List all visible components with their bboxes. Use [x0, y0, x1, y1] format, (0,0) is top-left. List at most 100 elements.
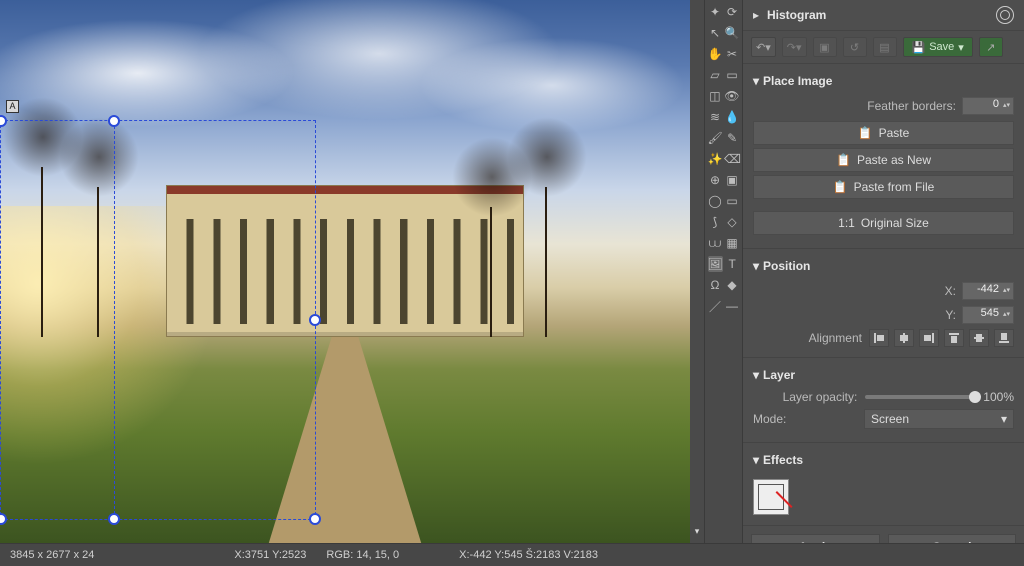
status-rgb: RGB: 14, 15, 0	[316, 549, 409, 561]
shape-icon[interactable]: ◆	[725, 277, 740, 293]
handle-tl[interactable]	[0, 115, 7, 127]
effects-header[interactable]: ▾ Effects	[753, 447, 1014, 473]
position-title: Position	[763, 259, 810, 273]
status-dims: 3845 x 2677 x 24	[0, 549, 104, 561]
history-button[interactable]: ↺	[843, 37, 867, 57]
snapshot-button[interactable]: ▤	[873, 37, 897, 57]
ellipse-select-icon[interactable]: ◯	[708, 193, 723, 209]
pos-y-spinner[interactable]: ▴▾	[1003, 307, 1012, 323]
caret-down-icon: ▾	[753, 259, 759, 273]
perspective-icon[interactable]: ▱	[708, 67, 723, 83]
cancel-button[interactable]: Cancel	[888, 534, 1017, 543]
chevron-down-icon: ▾	[1001, 412, 1007, 426]
align-right-button[interactable]	[919, 329, 939, 347]
status-bar: 3845 x 2677 x 24 X:3751 Y:2523 RGB: 14, …	[0, 543, 1024, 566]
caret-down-icon: ▾	[753, 368, 759, 382]
share-button[interactable]: ↗	[979, 37, 1003, 57]
eraser-icon[interactable]: ⌫	[724, 151, 740, 167]
align-bottom-button[interactable]	[994, 329, 1014, 347]
magnet-icon[interactable]: ⩊	[708, 235, 723, 251]
histogram-header[interactable]: ▸ Histogram	[743, 0, 1024, 31]
caret-down-icon: ▾	[753, 453, 759, 467]
line-icon[interactable]: ／	[708, 298, 723, 314]
paste-as-new-button[interactable]: 📋Paste as New	[753, 148, 1014, 172]
redo-button[interactable]: ↷▾	[782, 37, 807, 57]
measure-icon[interactable]: —	[725, 298, 740, 314]
mode-label: Mode:	[753, 412, 786, 426]
opacity-value: 100%	[983, 390, 1014, 404]
poly-lasso-icon[interactable]: ◇	[725, 214, 740, 230]
paint-icon[interactable]: ▦	[725, 235, 740, 251]
layer-title: Layer	[763, 368, 795, 382]
zoom-icon[interactable]: 🔍	[725, 25, 740, 41]
layer-header[interactable]: ▾ Layer	[753, 362, 1014, 388]
pencil-icon[interactable]: ✎	[725, 130, 740, 146]
omega-icon[interactable]: Ω	[708, 277, 723, 293]
mode-select[interactable]: Screen ▾	[864, 409, 1014, 429]
align-hcenter-button[interactable]	[894, 329, 914, 347]
original-size-button[interactable]: 1:1Original Size	[753, 211, 1014, 235]
scroll-hint[interactable]: ▾	[690, 0, 704, 543]
pos-x-spinner[interactable]: ▴▾	[1003, 283, 1012, 299]
gear-icon[interactable]	[996, 6, 1014, 24]
levels-icon[interactable]: ≋	[708, 109, 723, 125]
paste-icon: 📋	[858, 126, 873, 140]
compare-button[interactable]: ▣	[813, 37, 837, 57]
undo-button[interactable]: ↶▾	[751, 37, 776, 57]
pos-y-label: Y:	[945, 308, 956, 322]
feather-label: Feather borders:	[867, 99, 956, 113]
histogram-title: Histogram	[767, 8, 826, 22]
position-header[interactable]: ▾ Position	[753, 253, 1014, 279]
canvas-area[interactable]: A	[0, 0, 690, 543]
actionbar: ↶▾ ↷▾ ▣ ↺ ▤ 💾 Save ▾ ↗	[743, 31, 1024, 64]
save-button[interactable]: 💾 Save ▾	[903, 37, 973, 57]
crop-icon[interactable]: ✂	[725, 46, 740, 62]
flash-icon[interactable]: ✦	[708, 4, 723, 20]
paste-from-file-button[interactable]: 📋Paste from File	[753, 175, 1014, 199]
handle-bm[interactable]	[108, 513, 120, 525]
caret-right-icon: ▸	[753, 8, 763, 22]
handle-tm[interactable]	[108, 115, 120, 127]
apply-button[interactable]: Apply	[751, 534, 880, 543]
alignment-label: Alignment	[809, 331, 862, 345]
feather-spinner[interactable]: ▴▾	[1003, 98, 1012, 114]
transform-icon[interactable]: ◫	[708, 88, 723, 104]
lasso-icon[interactable]: ⟆	[708, 214, 723, 230]
status-cursor: X:3751 Y:2523	[224, 549, 316, 561]
caret-down-icon: ▾	[753, 74, 759, 88]
opacity-label: Layer opacity:	[783, 390, 858, 404]
align-vcenter-button[interactable]	[969, 329, 989, 347]
place-image-header[interactable]: ▾ Place Image	[753, 68, 1014, 94]
slider-knob[interactable]	[969, 391, 981, 403]
place-image-icon[interactable]: 🖼	[708, 256, 723, 272]
eye-icon[interactable]: 👁	[724, 88, 739, 104]
align-left-button[interactable]	[869, 329, 889, 347]
toolstrip: ✦⟳ ↖🔍 ✋✂ ▱▭ ◫👁 ≋💧 🖌✎ ✨⌫ ⊕▣ ◯▭ ⟆◇ ⩊▦ 🖼T Ω…	[704, 0, 742, 543]
refresh-icon[interactable]: ⟳	[725, 4, 740, 20]
text-icon[interactable]: T	[725, 256, 740, 272]
clone-icon[interactable]: ⊕	[708, 172, 723, 188]
placed-image-bounds[interactable]	[0, 120, 316, 520]
align-top-button[interactable]	[944, 329, 964, 347]
effects-none-thumb[interactable]	[753, 479, 789, 515]
place-image-title: Place Image	[763, 74, 832, 88]
ruler-marker[interactable]: A	[6, 100, 19, 113]
right-panel: ▸ Histogram ↶▾ ↷▾ ▣ ↺ ▤ 💾 Save ▾ ↗ ▾ Pla…	[742, 0, 1024, 543]
bucket-icon[interactable]: ▣	[725, 172, 740, 188]
pointer-icon[interactable]: ↖	[708, 25, 723, 41]
dropper-icon[interactable]: 💧	[725, 109, 740, 125]
hand-icon[interactable]: ✋	[708, 46, 723, 62]
mode-value: Screen	[871, 412, 909, 426]
handle-br[interactable]	[309, 513, 321, 525]
status-selection: X:-442 Y:545 Š:2183 V:2183	[449, 549, 608, 561]
handle-mr[interactable]	[309, 314, 321, 326]
paste-button[interactable]: 📋Paste	[753, 121, 1014, 145]
opacity-slider[interactable]	[865, 395, 975, 399]
marquee-icon[interactable]: ▭	[725, 67, 740, 83]
one-to-one-icon: 1:1	[838, 216, 855, 230]
pos-x-label: X:	[945, 284, 956, 298]
wand-icon[interactable]: ✨	[708, 151, 723, 167]
rect-select-icon[interactable]: ▭	[725, 193, 740, 209]
effects-title: Effects	[763, 453, 803, 467]
brush-icon[interactable]: 🖌	[708, 130, 723, 146]
